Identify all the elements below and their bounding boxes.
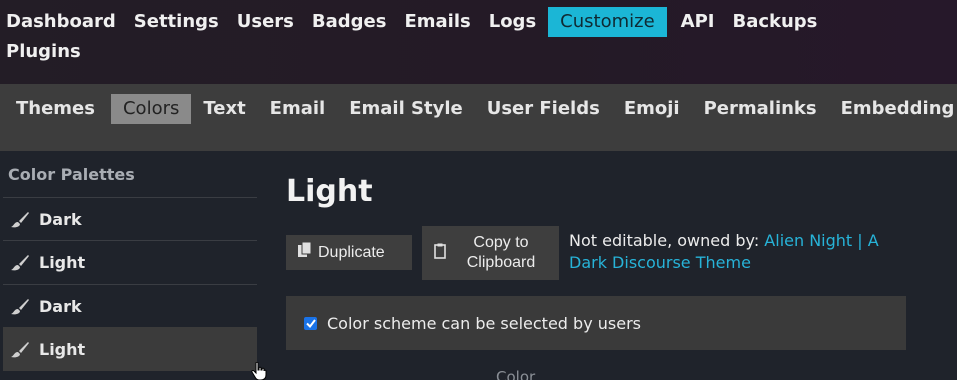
palette-item-light-active[interactable]: Light [3,327,257,371]
tab-embedding[interactable]: Embedding [833,94,957,124]
nav-plugins[interactable]: Plugins [0,37,87,67]
copy-label-line2: Clipboard [466,254,536,271]
user-selectable-label: Color scheme can be selected by users [327,313,641,333]
nav-emails[interactable]: Emails [398,7,476,37]
tab-email-style[interactable]: Email Style [341,94,470,124]
palette-item-label: Light [39,253,86,272]
paintbrush-icon [11,254,33,271]
clipboard-icon [434,243,446,264]
nav-backups[interactable]: Backups [726,7,823,37]
tab-email[interactable]: Email [262,94,334,124]
duplicate-label: Duplicate [318,243,385,261]
nav-badges[interactable]: Badges [306,7,393,37]
tab-emoji[interactable]: Emoji [616,94,688,124]
owner-prefix: Not editable, owned by: [569,231,765,250]
duplicate-button[interactable]: Duplicate [286,235,412,270]
page-title: Light [286,174,373,209]
copy-to-clipboard-button[interactable]: Copy to Clipboard [422,226,559,280]
sidebar-title: Color Palettes [8,165,135,184]
nav-users[interactable]: Users [231,7,300,37]
palette-item-dark[interactable]: Dark [3,284,257,328]
nav-customize[interactable]: Customize [548,7,667,37]
palette-item-label: Dark [39,297,82,316]
nav-settings[interactable]: Settings [128,7,225,37]
user-selectable-setting: Color scheme can be selected by users [286,296,906,350]
customize-subnav-row: Themes Colors Text Email Email Style Use… [8,94,957,124]
palette-item-label: Light [39,340,86,359]
tab-text[interactable]: Text [195,94,253,124]
palette-item-light[interactable]: Light [3,240,257,284]
paintbrush-icon [11,298,33,315]
color-palettes-sidebar: Color Palettes Dark Light Dark Light [0,151,258,380]
copy-label-line1: Copy to [473,234,529,251]
admin-nav-row: Plugins [0,37,93,67]
color-column-header: Color [496,368,536,380]
admin-nav-row: Dashboard Settings Users Badges Emails L… [0,7,829,37]
paintbrush-icon [11,211,33,228]
customize-subnav: Themes Colors Text Email Email Style Use… [0,84,957,151]
admin-nav: Dashboard Settings Users Badges Emails L… [0,0,957,84]
palette-item-dark[interactable]: Dark [3,197,257,241]
tab-themes[interactable]: Themes [8,94,103,124]
tab-user-fields[interactable]: User Fields [479,94,608,124]
tab-permalinks[interactable]: Permalinks [696,94,825,124]
copy-icon [298,241,312,263]
checkmark-icon [305,318,316,328]
hand-cursor-icon [251,361,267,380]
nav-api[interactable]: API [675,7,721,37]
copy-to-clipboard-label: Copy to Clipboard [458,233,544,273]
tab-colors[interactable]: Colors [110,94,192,124]
paintbrush-icon [11,341,33,358]
nav-logs[interactable]: Logs [483,7,542,37]
nav-dashboard[interactable]: Dashboard [0,7,122,37]
palette-item-label: Dark [39,210,82,229]
owner-info: Not editable, owned by: Alien Night | A … [569,230,899,274]
user-selectable-checkbox[interactable] [304,316,317,330]
